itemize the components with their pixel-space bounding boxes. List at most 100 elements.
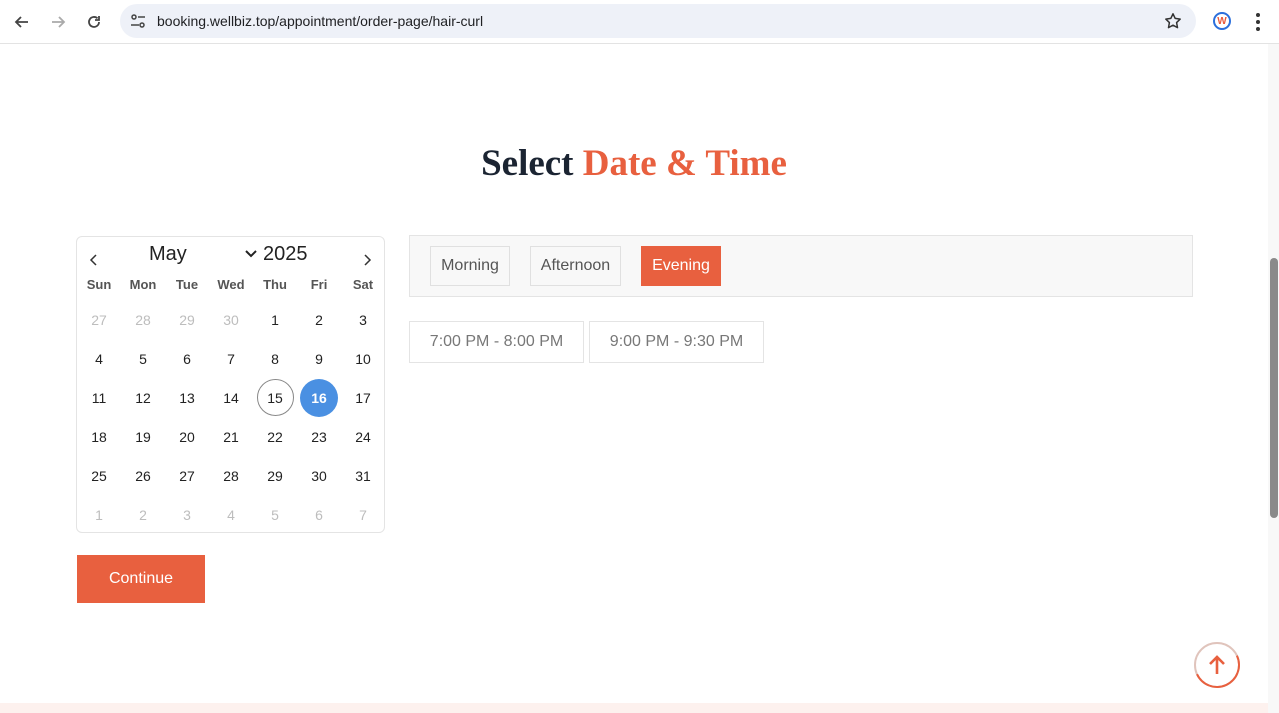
tab-morning[interactable]: Morning: [430, 246, 510, 286]
calendar-day-number: 25: [91, 467, 107, 484]
chevron-down-icon[interactable]: [245, 249, 257, 259]
calendar-day-number: 14: [223, 389, 239, 406]
next-month-icon[interactable]: [360, 253, 374, 267]
weekday-label: Sun: [86, 277, 112, 292]
calendar-day-number: 7: [359, 506, 367, 523]
calendar-day-number: 30: [223, 311, 239, 328]
calendar-day-number: 21: [223, 428, 239, 445]
calendar-day[interactable]: 4: [77, 339, 121, 378]
calendar-day[interactable]: 28: [121, 300, 165, 339]
calendar-day[interactable]: 7: [209, 339, 253, 378]
calendar-day[interactable]: 23: [297, 417, 341, 456]
previous-month-icon[interactable]: [87, 253, 101, 267]
scroll-to-top-button[interactable]: [1194, 642, 1240, 688]
weekday-header: Sun Mon Tue Wed Thu Fri Sat: [77, 277, 386, 292]
tab-afternoon[interactable]: Afternoon: [530, 246, 621, 286]
calendar-day[interactable]: 19: [121, 417, 165, 456]
calendar-day[interactable]: 6: [165, 339, 209, 378]
calendar-day[interactable]: 1: [253, 300, 297, 339]
calendar-day[interactable]: 7: [341, 495, 385, 534]
extension-icon[interactable]: W: [1213, 12, 1231, 30]
calendar-day[interactable]: 5: [253, 495, 297, 534]
calendar-day-number: 18: [91, 428, 107, 445]
calendar-day-number: 6: [183, 350, 191, 367]
calendar-day[interactable]: 9: [297, 339, 341, 378]
calendar-day[interactable]: 1: [77, 495, 121, 534]
forward-button[interactable]: [44, 8, 72, 36]
calendar-day[interactable]: 10: [341, 339, 385, 378]
calendar-day[interactable]: 2: [121, 495, 165, 534]
calendar-week: 11 12 13 14 15 16 17: [77, 378, 386, 417]
forward-arrow-icon: [52, 16, 66, 28]
calendar-day[interactable]: 29: [165, 300, 209, 339]
calendar-week: 1 2 3 4 5 6 7: [77, 495, 386, 534]
scrollbar-thumb[interactable]: [1270, 258, 1278, 518]
page-scrollbar[interactable]: [1268, 44, 1279, 713]
calendar-day-today[interactable]: 15: [253, 378, 297, 417]
calendar-day[interactable]: 4: [209, 495, 253, 534]
calendar-day-number: 7: [227, 350, 235, 367]
calendar-day[interactable]: 3: [165, 495, 209, 534]
address-bar[interactable]: booking.wellbiz.top/appointment/order-pa…: [120, 4, 1196, 38]
calendar-day[interactable]: 12: [121, 378, 165, 417]
calendar-day-number: 3: [359, 311, 367, 328]
calendar-day-selected[interactable]: 16: [297, 378, 341, 417]
back-button[interactable]: [8, 8, 36, 36]
calendar-day-number: 28: [135, 311, 151, 328]
calendar-day[interactable]: 28: [209, 456, 253, 495]
calendar-day[interactable]: 25: [77, 456, 121, 495]
time-period-tabs: Morning Afternoon Evening: [409, 235, 1193, 297]
time-slot[interactable]: 9:00 PM - 9:30 PM: [589, 321, 764, 363]
back-arrow-icon: [14, 16, 28, 28]
browser-menu-icon[interactable]: [1250, 12, 1266, 32]
calendar-day-number: 8: [271, 350, 279, 367]
calendar-day[interactable]: 6: [297, 495, 341, 534]
bookmark-star-icon[interactable]: [1164, 12, 1182, 30]
browser-toolbar: booking.wellbiz.top/appointment/order-pa…: [0, 0, 1279, 44]
calendar-day[interactable]: 3: [341, 300, 385, 339]
calendar-day-number: 17: [355, 389, 371, 406]
calendar-day[interactable]: 8: [253, 339, 297, 378]
calendar-day-number: 30: [311, 467, 327, 484]
reload-button[interactable]: [80, 8, 108, 36]
calendar-day[interactable]: 5: [121, 339, 165, 378]
calendar-day[interactable]: 27: [77, 300, 121, 339]
calendar-day-number: 3: [183, 506, 191, 523]
calendar-day-number: 31: [355, 467, 371, 484]
calendar-day[interactable]: 24: [341, 417, 385, 456]
calendar-day[interactable]: 20: [165, 417, 209, 456]
calendar-day-number: 2: [315, 311, 323, 328]
continue-button[interactable]: Continue: [77, 555, 205, 603]
calendar-day[interactable]: 11: [77, 378, 121, 417]
site-settings-icon[interactable]: [130, 13, 146, 29]
calendar-day[interactable]: 14: [209, 378, 253, 417]
calendar-day[interactable]: 18: [77, 417, 121, 456]
calendar-day[interactable]: 27: [165, 456, 209, 495]
calendar-day[interactable]: 30: [209, 300, 253, 339]
calendar-week: 18 19 20 21 22 23 24: [77, 417, 386, 456]
year-select[interactable]: 2025: [263, 243, 308, 266]
month-select[interactable]: May: [149, 243, 187, 266]
calendar-day-number: 22: [267, 428, 283, 445]
calendar-day[interactable]: 17: [341, 378, 385, 417]
calendar-day-number: 12: [135, 389, 151, 406]
calendar-day[interactable]: 21: [209, 417, 253, 456]
weekday-label: Fri: [310, 277, 328, 292]
calendar-day[interactable]: 2: [297, 300, 341, 339]
calendar-day-number: 27: [91, 311, 107, 328]
calendar-day[interactable]: 29: [253, 456, 297, 495]
calendar-day[interactable]: 30: [297, 456, 341, 495]
calendar-day-number: 5: [271, 506, 279, 523]
tab-evening[interactable]: Evening: [641, 246, 721, 286]
calendar-day[interactable]: 22: [253, 417, 297, 456]
calendar-day-number: 15: [256, 379, 294, 416]
time-slot[interactable]: 7:00 PM - 8:00 PM: [409, 321, 584, 363]
weekday-label: Thu: [263, 277, 287, 292]
calendar-day-number: 20: [179, 428, 195, 445]
calendar-day[interactable]: 13: [165, 378, 209, 417]
calendar-day-number: 26: [135, 467, 151, 484]
calendar-day[interactable]: 31: [341, 456, 385, 495]
url-text[interactable]: booking.wellbiz.top/appointment/order-pa…: [157, 13, 483, 29]
calendar-day-number: 28: [223, 467, 239, 484]
calendar-day[interactable]: 26: [121, 456, 165, 495]
